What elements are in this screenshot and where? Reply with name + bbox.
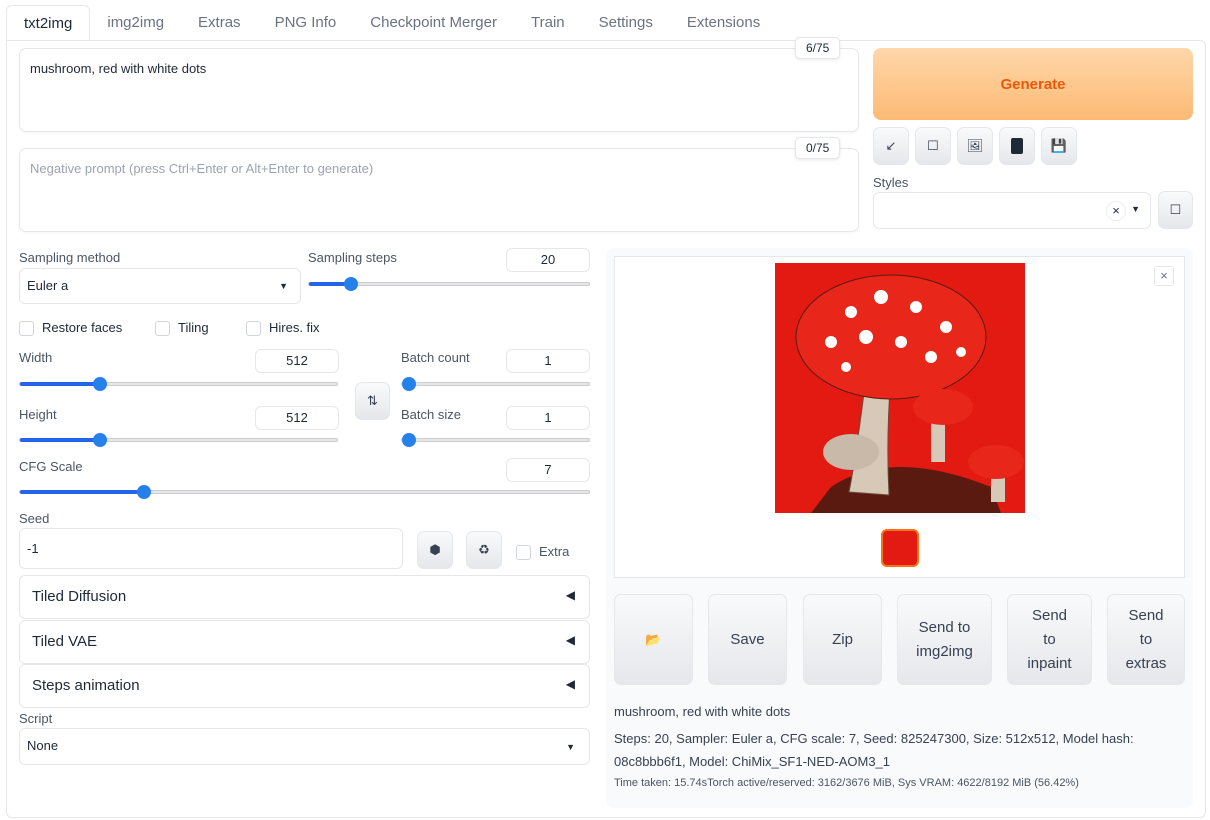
cfg-scale-slider[interactable]	[19, 485, 590, 499]
height-input[interactable]: 512	[255, 406, 339, 430]
square-icon: ☐	[927, 138, 939, 153]
tab-extensions[interactable]: Extensions	[670, 5, 777, 41]
batch-size-input[interactable]: 1	[506, 406, 590, 430]
tab-extras[interactable]: Extras	[181, 5, 258, 41]
random-seed-button[interactable]: ⬢	[417, 531, 453, 569]
zip-button[interactable]: Zip	[803, 594, 882, 685]
save-button[interactable]: Save	[708, 594, 787, 685]
restore-faces-label: Restore faces	[42, 320, 123, 335]
extra-label: Extra	[539, 544, 570, 559]
clipboard-icon	[1011, 138, 1023, 154]
sampling-steps-slider[interactable]	[308, 277, 590, 291]
accordion-title: Tiled VAE	[32, 633, 98, 650]
script-value: None	[27, 738, 59, 753]
sampling-method-label: Sampling method	[19, 250, 121, 265]
send-to-img2img-button[interactable]: Send to img2img	[897, 594, 992, 685]
cfg-scale-input[interactable]: 7	[506, 458, 590, 482]
tab-img2img[interactable]: img2img	[90, 5, 181, 41]
clear-prompt-button[interactable]: ☐	[915, 127, 951, 165]
read-params-button[interactable]: ↙	[873, 127, 909, 165]
swap-arrows-icon: ⇅	[367, 393, 378, 408]
info-prompt: mushroom, red with white dots	[614, 704, 791, 719]
sampling-steps-label: Sampling steps	[308, 250, 397, 265]
batch-size-slider[interactable]	[401, 433, 590, 447]
tab-txt2img[interactable]: txt2img	[6, 5, 91, 41]
chevron-down-icon: ▼	[1131, 204, 1140, 214]
prompt-token-counter: 6/75	[795, 37, 841, 59]
tiling-checkbox[interactable]: Tiling	[155, 320, 209, 337]
generate-button[interactable]: Generate	[873, 48, 1193, 120]
batch-count-label: Batch count	[401, 350, 470, 365]
height-slider[interactable]	[19, 433, 338, 447]
batch-count-input[interactable]: 1	[506, 349, 590, 373]
tab-train[interactable]: Train	[514, 5, 582, 41]
folder-icon: 📂	[645, 631, 662, 647]
collapse-arrow-icon: ◀	[565, 588, 575, 602]
seed-label: Seed	[19, 511, 50, 526]
apply-style-button[interactable]	[999, 127, 1035, 165]
open-folder-button[interactable]: 📂	[614, 594, 693, 685]
extra-seed-checkbox[interactable]: Extra	[516, 544, 570, 561]
gallery-thumbnail[interactable]	[881, 529, 919, 567]
height-label: Height	[19, 407, 57, 422]
batch-count-slider[interactable]	[401, 377, 590, 391]
accordion-steps-animation[interactable]: Steps animation ◀	[19, 664, 590, 708]
send-to-inpaint-button[interactable]: Send to inpaint	[1007, 594, 1092, 685]
styles-dropdown[interactable]: × ▼	[873, 192, 1151, 229]
reuse-seed-button[interactable]: ♻	[466, 531, 502, 569]
square-icon: ☐	[1169, 202, 1182, 217]
accordion-title: Steps animation	[32, 677, 140, 694]
dice-icon: ⬢	[429, 542, 441, 557]
image-gallery: ×	[614, 256, 1185, 578]
save-style-button[interactable]: 💾	[1041, 127, 1077, 165]
accordion-tiled-vae[interactable]: Tiled VAE ◀	[19, 620, 590, 664]
clear-icon[interactable]: ×	[1106, 201, 1126, 221]
negative-token-counter: 0/75	[795, 137, 841, 159]
sampling-method-value: Euler a	[27, 278, 69, 293]
show-extra-networks-button[interactable]: 🖼	[957, 127, 993, 165]
hires-fix-checkbox[interactable]: Hires. fix	[246, 320, 320, 337]
restore-faces-checkbox[interactable]: Restore faces	[19, 320, 123, 337]
tab-settings[interactable]: Settings	[582, 5, 670, 41]
accordion-title: Tiled Diffusion	[32, 588, 127, 605]
width-slider[interactable]	[19, 377, 338, 391]
batch-size-label: Batch size	[401, 407, 461, 422]
collapse-arrow-icon: ◀	[565, 677, 575, 691]
floppy-disk-icon: 💾	[1050, 138, 1068, 153]
width-input[interactable]: 512	[255, 349, 339, 373]
accordion-tiled-diffusion[interactable]: Tiled Diffusion ◀	[19, 575, 590, 619]
styles-label: Styles	[873, 175, 909, 190]
prompt-input[interactable]: mushroom, red with white dots	[19, 48, 859, 132]
swap-dimensions-button[interactable]: ⇅	[355, 382, 390, 420]
tiling-label: Tiling	[178, 320, 209, 335]
recycle-icon: ♻	[478, 542, 490, 557]
tab-png-info[interactable]: PNG Info	[258, 5, 354, 41]
script-label: Script	[19, 711, 53, 726]
hires-fix-label: Hires. fix	[269, 320, 320, 335]
chevron-down-icon: ▼	[279, 281, 288, 291]
info-time: Time taken: 15.74sTorch active/reserved:…	[614, 777, 1079, 789]
cfg-scale-label: CFG Scale	[19, 459, 83, 474]
send-to-extras-button[interactable]: Send to extras	[1107, 594, 1185, 685]
info-params: Steps: 20, Sampler: Euler a, CFG scale: …	[614, 731, 1134, 769]
chevron-down-icon: ▼	[566, 742, 575, 752]
close-image-button[interactable]: ×	[1154, 266, 1174, 286]
seed-input[interactable]: -1	[19, 528, 403, 569]
width-label: Width	[19, 350, 53, 365]
arrow-down-left-icon: ↙	[885, 138, 897, 153]
tab-checkpoint-merger[interactable]: Checkpoint Merger	[353, 5, 514, 41]
sampling-steps-input[interactable]: 20	[506, 248, 590, 272]
script-dropdown[interactable]: None ▼	[19, 728, 590, 765]
generated-image[interactable]	[771, 257, 1031, 518]
refresh-styles-button[interactable]: ☐	[1158, 191, 1193, 229]
picture-icon: 🖼	[966, 138, 984, 153]
close-icon: ×	[1160, 268, 1168, 283]
collapse-arrow-icon: ◀	[565, 633, 575, 647]
sampling-method-dropdown[interactable]: Euler a ▼	[19, 268, 301, 304]
negative-prompt-input[interactable]: Negative prompt (press Ctrl+Enter or Alt…	[19, 148, 859, 232]
tab-bar: txt2img img2img Extras PNG Info Checkpoi…	[6, 5, 777, 41]
